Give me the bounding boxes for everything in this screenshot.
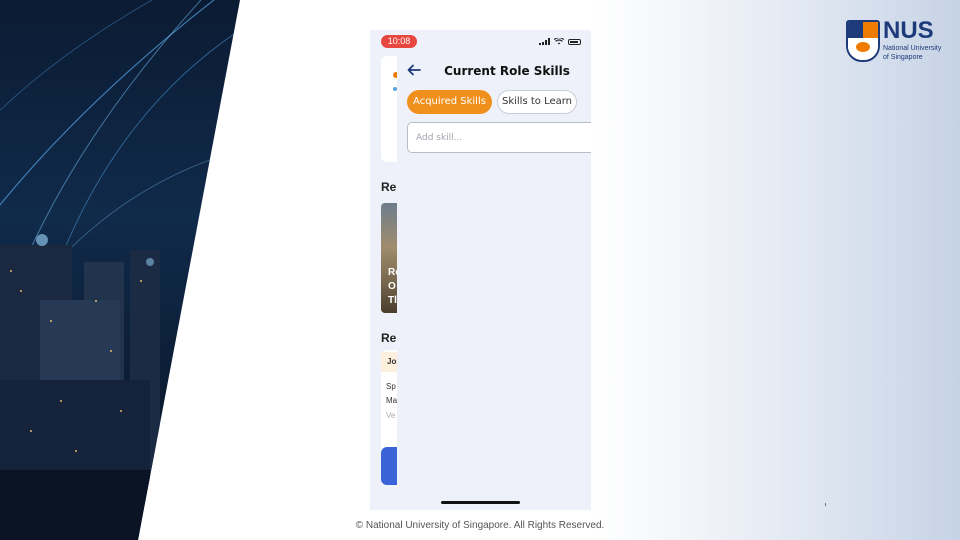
- status-bar: 10:08: [370, 30, 591, 54]
- status-time: 10:08: [381, 35, 417, 48]
- tab-skills-to-learn[interactable]: Skills to Learn: [497, 90, 577, 114]
- copyright-footer: © National University of Singapore. All …: [355, 520, 605, 531]
- underlying-section-heading: Re: [381, 180, 397, 194]
- tab-acquired-skills[interactable]: Acquired Skills: [407, 90, 492, 114]
- wifi-icon: [554, 38, 564, 45]
- phone-screen: 10:08 Re Re O Tl Re Jol Sp Ma Ve Current…: [370, 30, 591, 510]
- underlying-section-heading: Re: [381, 331, 397, 345]
- underlying-image-text: Tl: [388, 295, 397, 306]
- current-role-skills-panel: Current Role Skills Acquired Skills Skil…: [397, 56, 591, 510]
- cellular-signal-icon: [539, 38, 550, 45]
- underlying-job-text: Ma: [386, 396, 398, 405]
- underlying-job-text: Sp: [386, 382, 396, 391]
- underlying-job-text: Ve: [386, 411, 396, 420]
- nus-wordmark: NUS: [883, 17, 934, 44]
- battery-icon: [568, 38, 581, 45]
- back-arrow-icon[interactable]: [406, 62, 422, 78]
- nus-crest-icon: [846, 20, 880, 62]
- city-background-image: [0, 0, 240, 540]
- home-indicator[interactable]: [441, 501, 520, 504]
- decorative-mark: [825, 503, 826, 506]
- nus-logo: NUS National University of Singapore: [845, 18, 945, 64]
- add-skill-input[interactable]: [407, 122, 591, 153]
- page-title: Current Role Skills: [444, 64, 570, 78]
- underlying-image-text: O: [388, 281, 396, 292]
- nus-subtitle: National University of Singapore: [883, 45, 942, 61]
